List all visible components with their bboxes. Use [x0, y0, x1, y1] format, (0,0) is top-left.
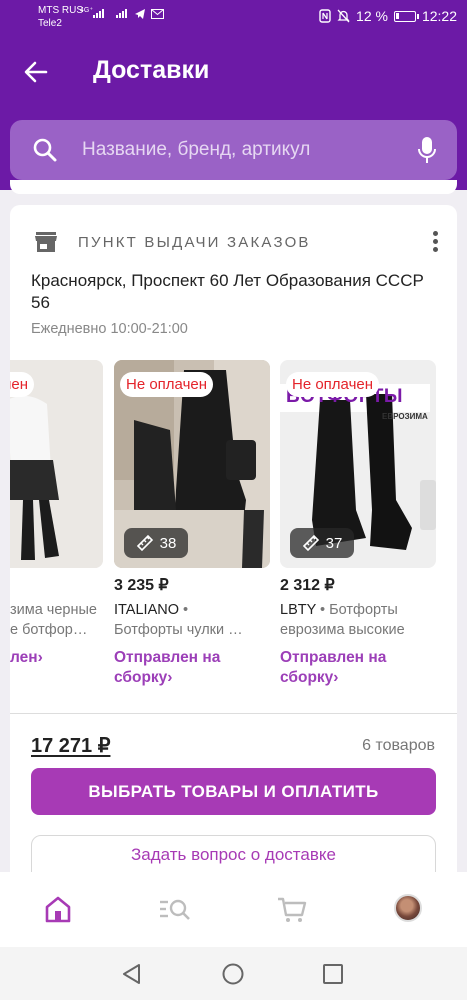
payment-status-badge: Не оплачен: [10, 372, 35, 397]
image-banner-subtext: ЕВРОЗИМА: [382, 412, 428, 421]
system-navigation-bar: [0, 947, 467, 1000]
order-total: 17 271 ₽: [31, 735, 111, 757]
back-triangle-icon[interactable]: [120, 962, 144, 986]
nfc-icon: [319, 9, 331, 23]
recents-square-icon[interactable]: [321, 962, 345, 986]
store-icon: [35, 232, 57, 252]
nav-catalog[interactable]: [158, 894, 190, 926]
home-circle-icon[interactable]: [221, 962, 245, 986]
mail-icon: [151, 9, 164, 19]
size-value: 38: [159, 534, 177, 552]
arrow-back-icon: [24, 61, 48, 83]
bottom-navigation: [0, 872, 467, 947]
shipping-status-link[interactable]: Отправлен на сборку›: [114, 648, 264, 688]
product-brand: LBTY: [280, 602, 317, 618]
mute-icon: [337, 9, 350, 23]
product-card[interactable]: Не оплачен зима черные е ботфор… лен›: [10, 360, 103, 666]
telegram-icon: [135, 9, 145, 19]
nav-cart[interactable]: [276, 894, 308, 926]
notification-icons: [134, 8, 164, 20]
size-value: 37: [325, 534, 343, 552]
status-bar: MTS RUS Tele2 4G⁺ 12 % 12:22: [0, 0, 467, 34]
profile-avatar[interactable]: [394, 894, 422, 922]
payment-status-badge: Не оплачен: [120, 372, 214, 397]
product-description: зима черные е ботфор…: [10, 602, 97, 638]
product-price: 2 312 ₽: [280, 577, 335, 594]
cart-icon: [278, 897, 307, 922]
search-icon: [33, 138, 57, 162]
signal-icon: [93, 9, 104, 18]
product-card[interactable]: Не оплачен 38 3 235 ₽ ITALIANO • Ботфорт…: [114, 360, 270, 686]
nav-home[interactable]: [42, 894, 74, 926]
size-badge: 37: [290, 528, 354, 558]
divider: [10, 713, 457, 714]
carrier-info: MTS RUS Tele2: [38, 4, 83, 30]
pickup-label: ПУНКТ ВЫДАЧИ ЗАКАЗОВ: [78, 233, 311, 251]
product-image[interactable]: Не оплачен 38: [114, 360, 270, 568]
more-options-icon[interactable]: [433, 231, 439, 252]
search-bar[interactable]: [10, 120, 457, 180]
product-image[interactable]: Не оплачен: [10, 360, 103, 568]
working-hours: Ежедневно 10:00-21:00: [31, 321, 188, 337]
battery-icon: [393, 10, 419, 22]
previous-card-edge: [10, 180, 457, 194]
delivery-card: ПУНКТ ВЫДАЧИ ЗАКАЗОВ Красноярск, Проспек…: [10, 205, 457, 905]
network-type: 4G⁺: [80, 7, 94, 14]
status-right: 12 % 12:22: [319, 8, 457, 24]
product-description: LBTY • Ботфорты еврозима высокие: [280, 602, 405, 638]
battery-percent: 12 %: [356, 8, 388, 24]
catalog-search-icon: [160, 899, 190, 920]
ruler-icon: [302, 534, 319, 552]
home-icon: [45, 896, 71, 923]
ruler-icon: [136, 534, 153, 552]
carrier-2: Tele2: [38, 18, 62, 29]
product-brand: ITALIANO: [114, 602, 179, 618]
payment-status-badge: Не оплачен: [286, 372, 380, 397]
product-description: ITALIANO • Ботфорты чулки …: [114, 602, 243, 638]
product-price: 3 235 ₽: [114, 577, 169, 594]
page-title: Доставки: [93, 56, 210, 84]
back-button[interactable]: [20, 56, 52, 88]
product-carousel[interactable]: Не оплачен зима черные е ботфор… лен›: [10, 360, 457, 700]
app-bar: Доставки: [0, 34, 467, 190]
select-and-pay-button[interactable]: ВЫБРАТЬ ТОВАРЫ И ОПЛАТИТЬ: [31, 768, 436, 815]
item-count: 6 товаров: [362, 737, 435, 754]
signal-icon-2: [116, 9, 127, 18]
shipping-status-link[interactable]: Отправлен на сборку›: [280, 648, 430, 688]
size-badge: 38: [124, 528, 188, 558]
shipping-status-link[interactable]: лен›: [10, 648, 105, 668]
clock: 12:22: [421, 8, 457, 24]
microphone-icon: [418, 137, 436, 163]
search-input[interactable]: [82, 134, 402, 166]
carrier-1: MTS RUS: [38, 5, 83, 16]
pickup-header: ПУНКТ ВЫДАЧИ ЗАКАЗОВ: [34, 231, 311, 253]
product-image[interactable]: БОТФОРТЫ ЕВРОЗИМА Не оплачен 37: [280, 360, 436, 568]
product-card[interactable]: БОТФОРТЫ ЕВРОЗИМА Не оплачен 37 2 312 ₽ …: [280, 360, 436, 686]
delivery-address: Красноярск, Проспект 60 Лет Образования …: [31, 271, 424, 312]
